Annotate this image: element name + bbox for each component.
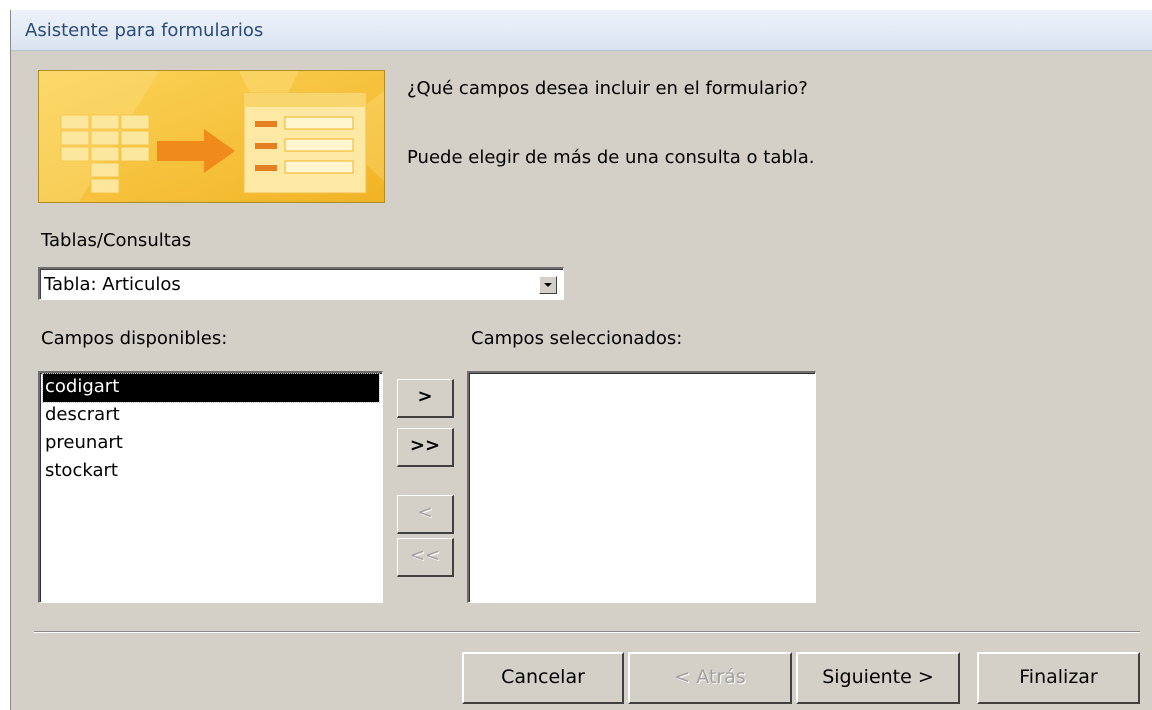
- window-title: Asistente para formularios: [25, 20, 264, 41]
- back-button[interactable]: < Atrás: [628, 652, 792, 704]
- chevron-down-icon[interactable]: [539, 276, 557, 294]
- finish-button[interactable]: Finalizar: [977, 652, 1140, 704]
- list-item[interactable]: preunart: [43, 430, 379, 458]
- available-fields-list[interactable]: codigart descrart preunart stockart: [38, 371, 383, 603]
- wizard-question: ¿Qué campos desea incluir en el formular…: [407, 78, 808, 99]
- remove-all-fields-button[interactable]: <<: [397, 538, 454, 577]
- selected-fields-label: Campos seleccionados:: [471, 328, 683, 349]
- footer-divider: [34, 631, 1140, 633]
- table-to-form-illustration: [39, 71, 384, 202]
- title-bar[interactable]: Asistente para formularios: [11, 10, 1152, 51]
- cancel-button[interactable]: Cancelar: [462, 652, 624, 704]
- add-field-button[interactable]: >: [397, 379, 454, 418]
- add-all-fields-button[interactable]: >>: [397, 428, 454, 467]
- selected-fields-list[interactable]: [467, 371, 816, 603]
- tables-queries-label: Tablas/Consultas: [41, 230, 192, 251]
- tables-queries-select[interactable]: Tabla: Articulos: [38, 267, 564, 300]
- list-item[interactable]: descrart: [43, 402, 379, 430]
- form-wizard-dialog: Asistente para formularios ¿Qué campos d…: [10, 10, 1152, 710]
- wizard-banner-image: [38, 70, 385, 203]
- next-button[interactable]: Siguiente >: [796, 652, 960, 704]
- list-item[interactable]: stockart: [43, 458, 379, 486]
- remove-field-button[interactable]: <: [397, 495, 454, 534]
- available-fields-label: Campos disponibles:: [41, 328, 228, 349]
- wizard-hint: Puede elegir de más de una consulta o ta…: [407, 147, 815, 168]
- tables-queries-value: Tabla: Articulos: [44, 274, 181, 295]
- list-item[interactable]: codigart: [42, 373, 380, 403]
